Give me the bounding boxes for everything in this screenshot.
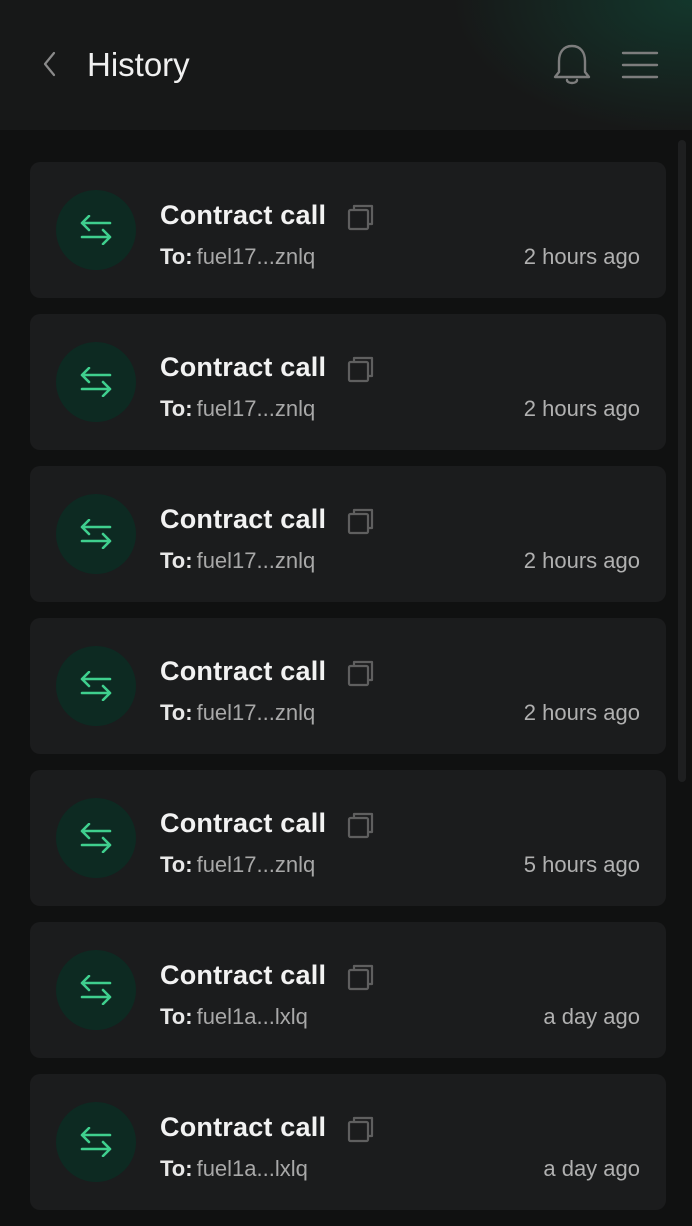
copy-button[interactable] xyxy=(346,354,376,384)
menu-button[interactable] xyxy=(616,44,664,86)
scrollbar[interactable] xyxy=(678,140,686,782)
recipient-line: To: fuel17...znlq xyxy=(160,698,315,728)
transaction-time: 2 hours ago xyxy=(523,244,640,269)
to-label: To: xyxy=(160,244,193,269)
recipient-address: fuel17...znlq xyxy=(196,244,316,269)
transaction-time: 2 hours ago xyxy=(523,396,640,421)
chevron-left-icon xyxy=(43,51,56,77)
transaction-type: Contract call xyxy=(160,960,327,990)
copy-button[interactable] xyxy=(346,658,376,688)
transaction-card[interactable]: Contract call To: fuel17...znlq 5 hours a… xyxy=(30,770,666,906)
bell-icon xyxy=(553,44,591,85)
recipient-address: fuel1a...lxlq xyxy=(196,1156,308,1181)
to-label: To: xyxy=(160,1004,193,1029)
transaction-card[interactable]: Contract call To: fuel1a...lxlq a day ago xyxy=(30,1074,666,1210)
copy-button[interactable] xyxy=(346,202,376,232)
recipient-line: To: fuel17...znlq xyxy=(160,242,315,272)
copy-icon xyxy=(347,1116,374,1143)
transaction-type: Contract call xyxy=(160,200,327,230)
transaction-avatar xyxy=(56,950,136,1030)
transaction-card[interactable]: Contract call To: fuel17...znlq 2 hours a… xyxy=(30,314,666,450)
recipient-address: fuel17...znlq xyxy=(196,396,316,421)
page-title: History xyxy=(87,46,190,83)
arrows-exchange-icon xyxy=(80,823,112,853)
transaction-time: 5 hours ago xyxy=(523,852,640,877)
transaction-avatar xyxy=(56,190,136,270)
transaction-type: Contract call xyxy=(160,352,327,382)
recipient-address: fuel17...znlq xyxy=(196,548,316,573)
transaction-card[interactable]: Contract call To: fuel1a...lxlq a day ago xyxy=(30,922,666,1058)
recipient-line: To: fuel17...znlq xyxy=(160,394,315,424)
to-label: To: xyxy=(160,548,193,573)
copy-button[interactable] xyxy=(346,1114,376,1144)
arrows-exchange-icon xyxy=(80,1127,112,1157)
copy-button[interactable] xyxy=(346,962,376,992)
copy-icon xyxy=(347,660,374,687)
copy-button[interactable] xyxy=(346,810,376,840)
back-button[interactable] xyxy=(30,44,70,84)
transaction-card[interactable]: Contract call To: fuel17...znlq 2 hours a… xyxy=(30,162,666,298)
copy-icon xyxy=(347,508,374,535)
to-label: To: xyxy=(160,1156,193,1181)
transaction-card[interactable]: Contract call To: fuel17...znlq 2 hours a… xyxy=(30,466,666,602)
transaction-card[interactable]: Contract call To: fuel17...znlq 2 hours a… xyxy=(30,618,666,754)
transaction-avatar xyxy=(56,798,136,878)
transaction-avatar xyxy=(56,494,136,574)
arrows-exchange-icon xyxy=(80,367,112,397)
arrows-exchange-icon xyxy=(80,975,112,1005)
transaction-type: Contract call xyxy=(160,656,327,686)
recipient-address: fuel17...znlq xyxy=(196,700,316,725)
header: History xyxy=(0,0,692,130)
to-label: To: xyxy=(160,852,193,877)
arrows-exchange-icon xyxy=(80,215,112,245)
transaction-type: Contract call xyxy=(160,1112,327,1142)
recipient-line: To: fuel1a...lxlq xyxy=(160,1154,308,1184)
transaction-list: Contract call To: fuel17...znlq 2 hours a… xyxy=(30,162,666,1226)
notifications-button[interactable] xyxy=(548,40,596,90)
transaction-avatar xyxy=(56,342,136,422)
recipient-address: fuel17...znlq xyxy=(196,852,316,877)
copy-icon xyxy=(347,812,374,839)
recipient-line: To: fuel17...znlq xyxy=(160,850,315,880)
recipient-line: To: fuel1a...lxlq xyxy=(160,1002,308,1032)
copy-icon xyxy=(347,356,374,383)
copy-icon xyxy=(347,964,374,991)
transaction-avatar xyxy=(56,646,136,726)
transaction-type: Contract call xyxy=(160,504,327,534)
recipient-line: To: fuel17...znlq xyxy=(160,546,315,576)
hamburger-menu-icon xyxy=(621,51,659,79)
transaction-time: 2 hours ago xyxy=(523,700,640,725)
copy-button[interactable] xyxy=(346,506,376,536)
arrows-exchange-icon xyxy=(80,671,112,701)
transaction-time: a day ago xyxy=(543,1004,640,1029)
recipient-address: fuel1a...lxlq xyxy=(196,1004,308,1029)
transaction-time: 2 hours ago xyxy=(523,548,640,573)
arrows-exchange-icon xyxy=(80,519,112,549)
transaction-time: a day ago xyxy=(543,1156,640,1181)
copy-icon xyxy=(347,204,374,231)
transaction-type: Contract call xyxy=(160,808,327,838)
transaction-avatar xyxy=(56,1102,136,1182)
to-label: To: xyxy=(160,700,193,725)
to-label: To: xyxy=(160,396,193,421)
